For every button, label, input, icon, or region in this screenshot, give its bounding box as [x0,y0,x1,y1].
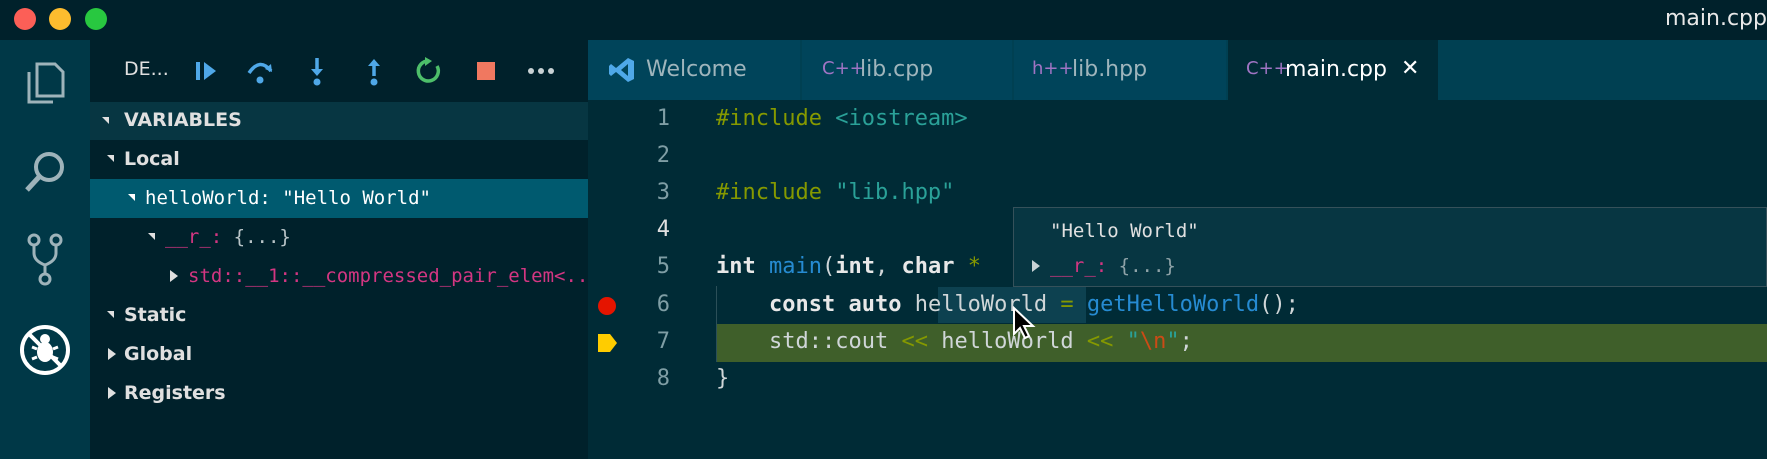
line-number: 1 [656,106,670,131]
continue-icon [196,62,216,80]
hpp-file-icon: h++ [1032,58,1074,79]
variables-section-header[interactable]: VARIABLES [90,102,588,140]
step-out-icon [368,59,380,86]
code-line-6: const auto helloWorld = getHelloWorld(); [768,292,1299,317]
collapsed-icon [108,348,116,360]
line-number: 4 [656,217,670,242]
code-line-1: #include <iostream> [716,106,968,131]
restart-icon [416,57,441,83]
step-over-icon [247,62,273,84]
tab-main-cpp[interactable]: C++ main.cpp ✕ [1228,40,1438,100]
code-line-3: #include "lib.hpp" [716,180,955,205]
tab-label: Welcome [646,57,747,82]
variable-entry: helloWorld: "Hello World" [145,187,431,209]
variable-row[interactable]: std::__1::__compressed_pair_elem<... [90,257,588,296]
breakpoint-icon[interactable] [598,297,616,315]
debug-button[interactable] [0,310,90,390]
continue-button[interactable] [189,54,223,88]
restart-button[interactable] [412,54,446,88]
debug-icon [20,325,70,375]
files-icon [27,62,65,104]
line-number: 5 [656,254,670,279]
scope-registers[interactable]: Registers [90,374,588,413]
hover-value: "Hello World" [1050,220,1199,242]
more-icon [528,68,554,74]
debug-hover-widget[interactable]: "Hello World" __r_: {...} [1013,207,1767,287]
variable-name: helloWorld [145,187,260,209]
cpp-file-icon: C++ [1246,58,1289,79]
line-number: 7 [656,329,670,354]
search-button[interactable] [0,132,90,212]
scope-static[interactable]: Static [90,296,588,335]
expanded-icon [128,194,135,201]
variable-row-selected[interactable]: helloWorld: "Hello World" [90,179,588,218]
zoom-window-button[interactable] [85,8,107,30]
editor-tabs: Welcome C++ lib.cpp h++ lib.hpp C++ main… [588,40,1767,100]
more-actions-button[interactable] [524,54,558,88]
tab-label: lib.cpp [860,57,934,82]
search-icon [25,152,64,192]
expanded-icon [107,311,114,318]
step-into-icon [311,58,323,86]
variable-row[interactable]: __r_: {...} [90,218,588,257]
vscode-icon [609,58,634,82]
tab-welcome[interactable]: Welcome [588,40,800,100]
explorer-button[interactable] [0,42,90,122]
expanded-icon [107,155,114,162]
line-number: 6 [656,292,670,317]
debug-sidebar: DE... VARIABLES Local helloWorld: "Hello… [90,40,588,459]
scope-global-label: Global [124,343,193,365]
tab-lib-hpp[interactable]: h++ lib.hpp [1014,40,1226,100]
source-control-icon [27,233,63,286]
current-line-arrow-icon [598,334,617,352]
expanded-icon [148,233,155,240]
minimize-window-button[interactable] [49,8,71,30]
code-line-8: } [716,366,730,391]
stop-button[interactable] [469,54,503,88]
collapsed-icon [108,387,116,399]
source-control-button[interactable] [0,220,90,300]
tab-label: lib.hpp [1072,57,1148,82]
collapse-icon [102,117,109,124]
variable-entry: __r_: {...} [165,226,291,248]
activity-bar [0,40,90,459]
scope-local[interactable]: Local [90,140,588,179]
collapsed-icon [170,270,178,282]
cpp-file-icon: C++ [822,58,865,79]
mouse-cursor-icon [1013,306,1036,340]
line-number: 8 [656,366,670,391]
hover-child[interactable]: __r_: {...} [1050,255,1176,277]
debug-toolbar: DE... [90,40,588,100]
step-into-button[interactable] [300,54,334,88]
variable-name: std::__1::__compressed_pair_elem<... [188,265,588,287]
code-line-7: std::cout << helloWorld << "\n"; [768,329,1193,354]
variables-title: VARIABLES [124,109,242,131]
step-out-button[interactable] [357,54,391,88]
stop-icon [477,62,495,80]
variable-name: __r_ [165,226,211,248]
variable-value: {...} [233,226,291,248]
scope-global[interactable]: Global [90,335,588,374]
step-over-button[interactable] [243,54,277,88]
scope-static-label: Static [124,304,187,326]
tab-label: main.cpp [1285,57,1387,82]
collapsed-icon[interactable] [1032,260,1040,272]
scope-registers-label: Registers [124,382,226,404]
window-title: main.cpp [1665,6,1767,31]
line-number: 3 [656,180,670,205]
debug-config-select[interactable]: DE... [124,58,169,80]
close-tab-icon[interactable]: ✕ [1401,56,1419,81]
scope-local-label: Local [124,148,180,170]
title-bar: main.cpp [0,0,1767,40]
close-window-button[interactable] [14,8,36,30]
line-number: 2 [656,143,670,168]
code-line-5: int main(int, char * [716,254,981,279]
variable-value: "Hello World" [282,187,431,209]
tab-lib-cpp[interactable]: C++ lib.cpp [802,40,1012,100]
